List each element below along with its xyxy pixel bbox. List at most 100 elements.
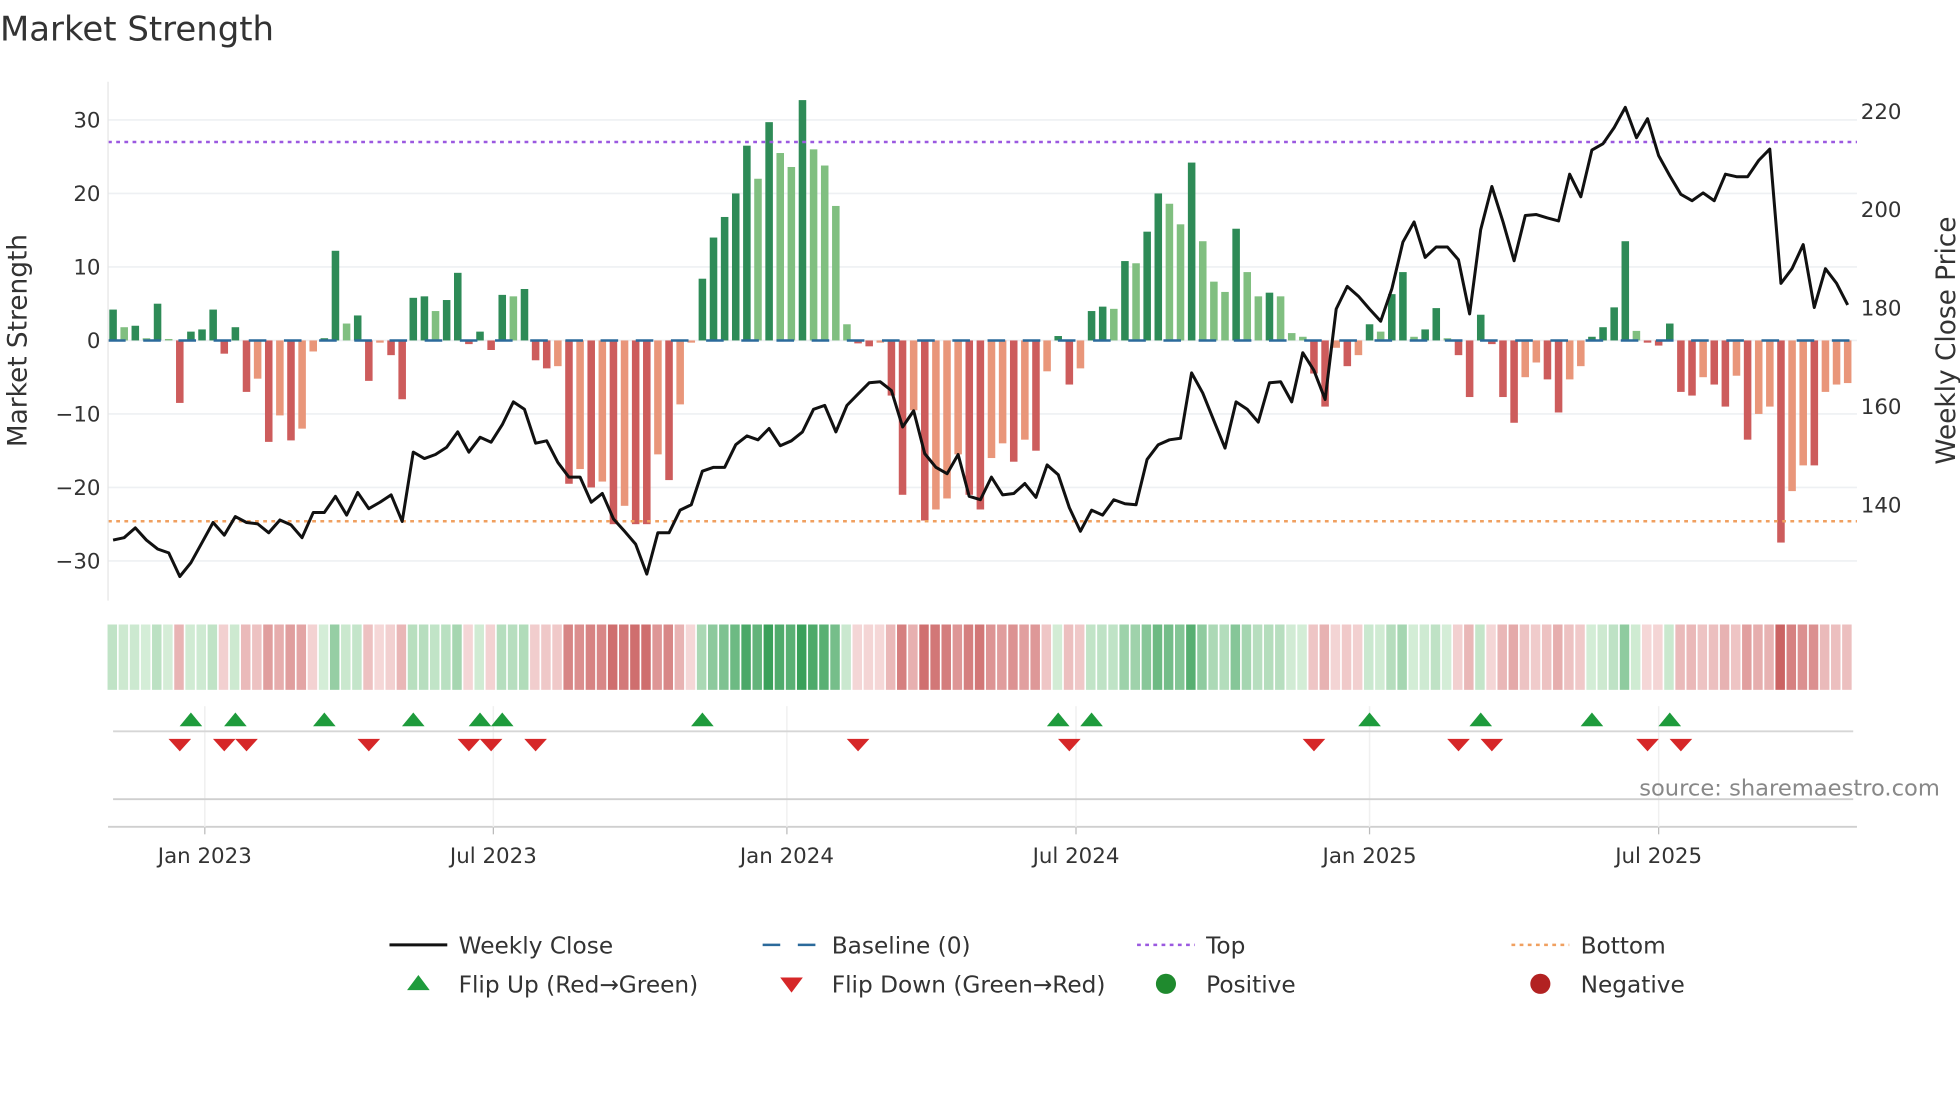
heat-cell [463,624,473,690]
strength-bar [987,340,996,459]
strength-bar [1043,340,1051,372]
strength-bar [1276,296,1285,341]
strength-bar [1721,340,1730,407]
flip-up-marker [1469,712,1493,727]
heat-cell [796,624,807,690]
y2-tick-label: 220 [1861,100,1902,125]
heat-cell [1430,624,1441,690]
strength-bar [1677,340,1685,392]
heat-cell [985,624,996,690]
heat-cell [385,624,396,690]
heat-cell [341,624,351,690]
heat-cell [1330,624,1341,690]
heat-cell [285,624,295,690]
heat-cell [218,624,229,690]
heat-cell [1564,624,1574,690]
heat-cell [1097,624,1107,690]
strength-bar [420,296,429,341]
heat-cell [240,624,251,690]
strength-bar [1132,263,1140,341]
y-tick-label: −10 [55,402,100,427]
strength-bar [1354,340,1363,356]
strength-bar [1688,340,1696,396]
legend-item: Baseline (0) [762,933,971,960]
flip-up-marker [313,712,336,727]
strength-bar [587,340,595,488]
y-tick-label: 10 [73,255,100,280]
strength-bar [287,340,295,441]
heat-cell [630,624,640,690]
strength-bar [1810,340,1819,466]
heat-cell [1653,624,1663,690]
strength-bar [1732,340,1741,376]
y2-tick-label: 180 [1861,297,1902,322]
strength-bar [1788,340,1796,492]
legend-item: Weekly Close [389,933,613,960]
strength-bar [1187,162,1196,341]
flip-up-marker [401,712,425,727]
strength-bar [209,309,217,341]
flip-down-marker [1447,738,1470,752]
heat-cell [1553,624,1563,690]
heat-cell [1386,624,1396,690]
heat-cell [619,624,629,690]
legend-item: Flip Down (Green→Red) [780,972,1105,999]
heat-cell [1130,624,1141,690]
heat-cell [174,624,184,690]
strength-bar [954,340,962,455]
strength-bar [1365,324,1374,341]
heat-cell [563,624,573,690]
heat-cell [830,624,840,690]
strength-bar [1098,306,1107,341]
strength-bar [476,331,484,341]
heat-cell [897,624,907,690]
heat-cell [1219,624,1229,690]
strength-bar [198,329,206,341]
strength-bar [654,340,662,455]
heat-cell [752,624,762,690]
circle-icon [1530,973,1551,994]
heat-cell [474,624,484,690]
strength-bar [1009,340,1018,462]
strength-bar [1565,340,1574,380]
flip-up-marker [179,712,203,727]
flip-down-marker [846,738,870,752]
legend-label: Baseline (0) [832,933,971,960]
heat-cell [1230,624,1241,690]
flip-down-marker [1302,738,1326,752]
heat-cell [1086,624,1096,690]
heat-cell [1241,624,1252,690]
heat-cell [885,624,896,690]
heat-cell [196,624,206,690]
strength-bar [1599,327,1607,341]
heat-cell [1619,624,1630,690]
heat-cell [1364,624,1374,690]
heat-cell [952,624,963,690]
y-tick-label: −20 [55,476,100,501]
strength-bar [1165,203,1174,341]
strength-bar [309,340,317,352]
heat-cell [963,624,974,690]
legend-item: Bottom [1511,933,1666,960]
heat-cell [652,624,662,690]
strength-heat-strip [107,624,1852,690]
flip-up-marker [1358,712,1381,727]
triangle-down-icon [780,977,803,993]
legend-label: Bottom [1581,933,1666,960]
strength-bar [1243,272,1252,341]
strength-bar [353,315,362,341]
heat-cell [1375,624,1385,690]
strength-bar [1532,340,1541,363]
heat-cell [507,624,518,690]
strength-bar [1610,307,1618,341]
heat-cell [741,624,751,690]
legend-label: Negative [1581,972,1685,999]
legend-label: Positive [1206,972,1296,999]
heat-cell [1263,624,1274,690]
strength-bar [1666,323,1674,341]
strength-bars [109,100,1852,543]
strength-bar [620,340,629,506]
triangle-up-icon [407,975,430,991]
strength-bar [1232,228,1240,341]
strength-bar [1843,340,1852,384]
